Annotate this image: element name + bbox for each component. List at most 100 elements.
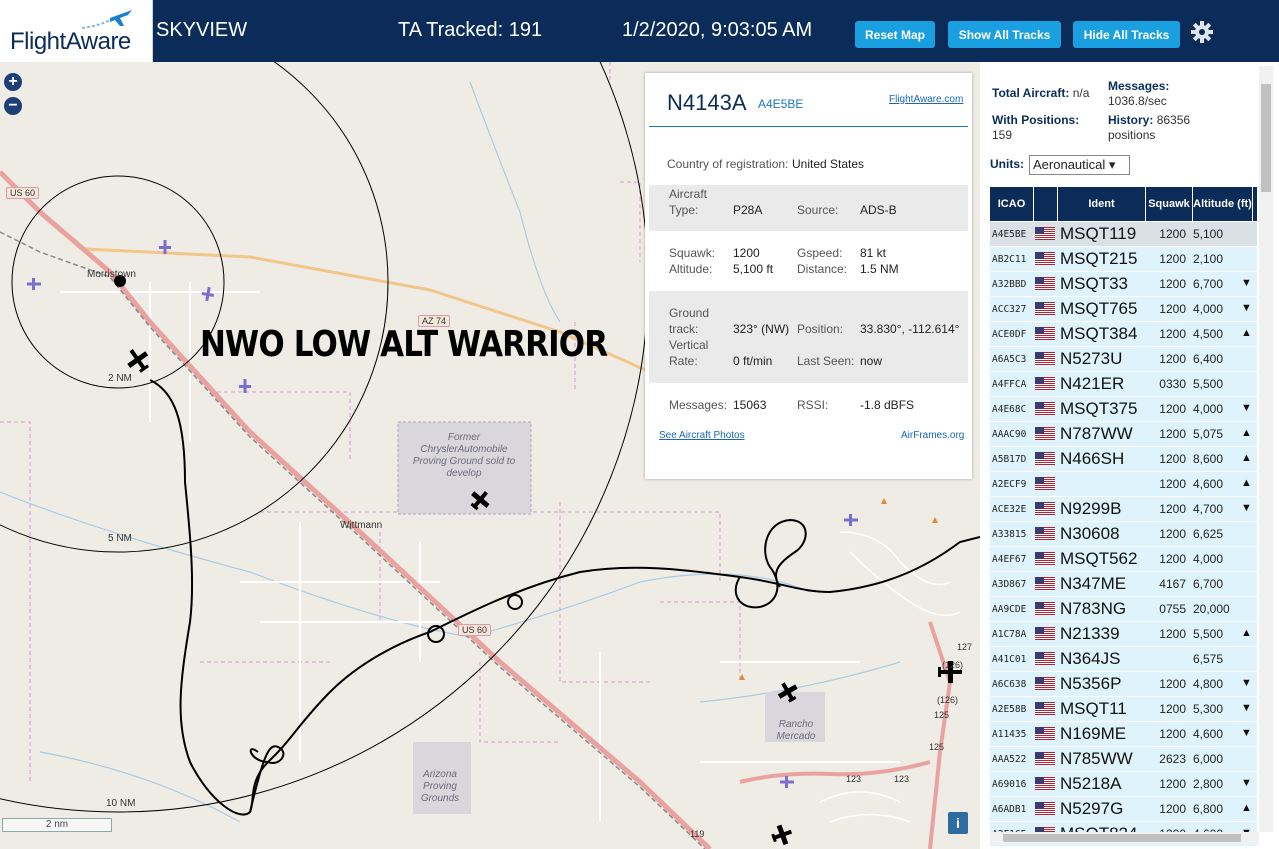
ident-cell: N787WW [1060,424,1133,443]
icao-cell: A4EF67 [992,554,1027,565]
info-button[interactable]: i [948,812,968,834]
col-ident[interactable]: Ident [1058,187,1146,221]
messages-stat-value: 1036.8/sec [1108,94,1167,108]
show-all-tracks-button[interactable]: Show All Tracks [948,21,1061,48]
us-flag-icon [1035,227,1055,240]
source-label: Source: [797,203,839,217]
area-label-chrysler: Former ChryslerAutomobile Proving Ground… [412,432,516,479]
us-flag-icon [1035,502,1055,515]
us-flag-icon [1035,752,1055,765]
table-row[interactable]: A4E5BE MSQT119 1200 5,100 [990,222,1257,247]
reset-map-button[interactable]: Reset Map [855,21,935,48]
units-select[interactable]: Aeronautical ▾ [1029,155,1130,175]
flightaware-link[interactable]: FlightAware.com [889,94,963,105]
table-row[interactable]: A41C01 N364JS 6,575 [990,647,1257,672]
col-icao[interactable]: ICAO [990,187,1034,221]
icao-cell: A4FFCA [992,379,1027,390]
col-flag[interactable] [1034,187,1058,221]
hide-all-tracks-button[interactable]: Hide All Tracks [1073,21,1180,48]
history-stat: History: 86356 [1108,113,1190,127]
icao-cell: A2ECF9 [992,479,1027,490]
altitude-trend-icon: ▲ [1241,802,1252,814]
clock: 1/2/2020, 9:03:05 AM [622,19,813,41]
table-row[interactable]: A4E68C MSQT375 1200 4,000 ▼ [990,397,1257,422]
table-row[interactable]: A33815 N30608 1200 6,625 [990,522,1257,547]
icao-cell: A41C01 [992,654,1027,665]
us-flag-icon [1035,302,1055,315]
squawk-cell: 1200 [1159,502,1186,516]
table-row[interactable]: A11435 N169ME 1200 4,600 ▼ [990,722,1257,747]
us-flag-icon [1035,602,1055,615]
ring-label-5nm: 5 NM [108,533,132,544]
table-row[interactable]: A1C78A N21339 1200 5,500 ▲ [990,622,1257,647]
table-row[interactable]: A32BBD MSQT33 1200 6,700 ▼ [990,272,1257,297]
icao-cell: A33815 [992,529,1027,540]
position-value: 33.830°, -112.614° [860,322,960,336]
icao-cell: A32BBD [992,279,1027,290]
squawk-cell: 1200 [1159,552,1186,566]
ident-cell: N347ME [1060,574,1127,593]
table-row[interactable]: A4FFCA N421ER 0330 5,500 [990,372,1257,397]
road-label-126: (126) [937,695,959,705]
col-altitude[interactable]: Altitude (ft) [1193,187,1253,221]
ground-track-label: track: [669,322,699,336]
table-row[interactable]: A6ADB1 N5297G 1200 6,800 ▲ [990,797,1257,822]
col-squawk[interactable]: Squawk [1146,187,1193,221]
zoom-in-button[interactable]: + [4,73,22,91]
squawk-cell: 1200 [1159,527,1186,541]
icao-cell: ACE32E [992,504,1027,515]
gear-icon[interactable] [1190,20,1214,44]
flightaware-logo[interactable]: FlightAware [0,0,153,62]
aircraft-hex[interactable]: A4E5BE [758,97,803,111]
table-row[interactable]: A4EF67 MSQT562 1200 4,000 [990,547,1257,572]
table-row[interactable]: ACC327 MSQT765 1200 4,000 ▼ [990,297,1257,322]
table-row[interactable]: A69016 N5218A 1200 2,800 ▼ [990,772,1257,797]
messages-stat-label: Messages: [1108,79,1170,93]
table-row[interactable]: ACE32E N9299B 1200 4,700 ▼ [990,497,1257,522]
table-row[interactable]: A6C638 N5356P 1200 4,800 ▼ [990,672,1257,697]
ident-cell: N5297G [1060,799,1124,818]
table-row[interactable]: ACE0DF MSQT384 1200 4,500 ▲ [990,322,1257,347]
aircraft-photos-link[interactable]: See Aircraft Photos [659,430,745,441]
divider [649,126,968,127]
history-label: History: [1108,113,1154,127]
altitude-cell: 4,000 [1193,302,1224,316]
scale-bar: 2 nm [2,818,112,832]
messages-value: 15063 [733,398,767,412]
us-flag-icon [1035,252,1055,265]
table-row[interactable]: AA9CDE N783NG 0755 20,000 [990,597,1257,622]
ident-cell: MSQT765 [1060,299,1138,318]
us-flag-icon [1035,402,1055,415]
with-positions-label: With Positions: [992,113,1080,127]
altitude-cell: 6,000 [1193,752,1224,766]
table-row[interactable]: A6A5C3 N5273U 1200 6,400 [990,347,1257,372]
altitude-trend-icon: ▲ [1241,627,1252,639]
squawk-cell: 1200 [1159,327,1186,341]
ident-cell: N785WW [1060,749,1133,768]
altitude-trend-icon: ▼ [1241,277,1252,289]
table-horizontal-scrollbar-thumb[interactable] [1003,834,1241,842]
logo-text: FlightAware [10,28,131,55]
info-block-track [649,291,968,383]
aircraft-info-popup: N4143A A4E5BE FlightAware.com Country of… [645,73,972,479]
us-flag-icon [1035,527,1055,540]
table-row[interactable]: AB2C11 MSQT215 1200 2,100 [990,247,1257,272]
icao-cell: A1C78A [992,629,1027,640]
altitude-cell: 5,100 [1193,227,1224,241]
sidebar-scrollbar-thumb[interactable] [1261,84,1271,192]
aircraft-type-value: P28A [733,203,763,217]
altitude-cell: 5,075 [1193,427,1224,441]
ident-cell: N21339 [1060,624,1120,643]
ident-cell: N30608 [1060,524,1120,543]
table-row[interactable]: AAA522 N785WW 2623 6,000 [990,747,1257,772]
table-row[interactable]: A2ECF9 1200 4,600 ▲ [990,472,1257,497]
icao-cell: A4E68C [992,404,1027,415]
table-row[interactable]: A3D867 N347ME 4167 6,700 [990,572,1257,597]
zoom-out-button[interactable]: − [4,97,22,115]
table-row[interactable]: A2E58B MSQT11 1200 5,300 ▼ [990,697,1257,722]
gspeed-value: 81 kt [860,246,887,260]
altitude-trend-icon: ▼ [1241,727,1252,739]
airframes-link[interactable]: AirFrames.org [901,430,964,441]
table-row[interactable]: A5B17D N466SH 1200 8,600 ▲ [990,447,1257,472]
table-row[interactable]: AAAC90 N787WW 1200 5,075 ▲ [990,422,1257,447]
